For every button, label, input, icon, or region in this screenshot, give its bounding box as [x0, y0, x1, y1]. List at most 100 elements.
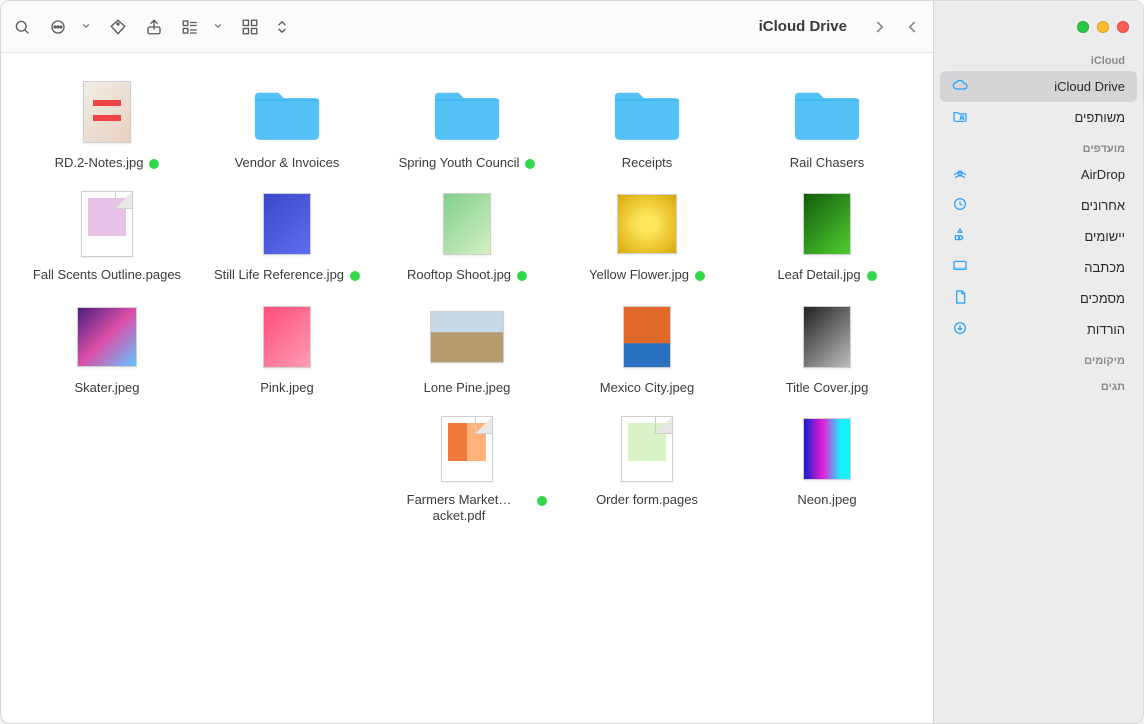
share-button[interactable]: [145, 18, 163, 36]
apps-icon: [952, 227, 968, 246]
file-item[interactable]: Neon.jpeg: [742, 414, 912, 525]
folder-item[interactable]: Rail Chasers: [742, 77, 912, 171]
sidebar-item-label: הורדות: [976, 322, 1125, 337]
tag-dot-icon: [350, 271, 360, 281]
sidebar-item[interactable]: יישומים: [934, 221, 1143, 252]
sidebar-section-title: מועדפים: [934, 133, 1143, 159]
tag-dot-icon: [867, 271, 877, 281]
file-name-label: Spring Youth Council: [399, 155, 520, 171]
file-item[interactable]: Still Life Reference.jpg: [202, 189, 372, 283]
folder-icon: [608, 77, 686, 147]
file-thumbnail: [68, 77, 146, 147]
sidebar-item[interactable]: iCloud Drive: [940, 71, 1137, 102]
action-menu-chevron-down-icon[interactable]: [81, 18, 91, 36]
folder-icon: [428, 77, 506, 147]
shared-folder-icon: [952, 108, 968, 127]
file-name-label: Title Cover.jpg: [786, 380, 869, 396]
sidebar-item[interactable]: מכתבה: [934, 252, 1143, 283]
group-by-chevron-down-icon[interactable]: [213, 18, 223, 36]
file-thumbnail: [248, 302, 326, 372]
file-item[interactable]: Leaf Detail.jpg: [742, 189, 912, 283]
file-thumbnail: [788, 414, 866, 484]
finder-window: iCloudiCloud DriveמשותפיםמועדפיםAirDropא…: [0, 0, 1144, 724]
file-thumbnail: [788, 189, 866, 259]
file-item[interactable]: Order form.pages: [562, 414, 732, 525]
view-icons-button[interactable]: [241, 18, 259, 36]
file-name-label: Pink.jpeg: [260, 380, 313, 396]
tag-dot-icon: [517, 271, 527, 281]
file-name-label: Farmers Market…acket.pdf: [387, 492, 531, 525]
file-thumbnail: [428, 189, 506, 259]
file-item[interactable]: Mexico City.jpeg: [562, 302, 732, 396]
file-thumbnail: [608, 189, 686, 259]
file-name-label: Mexico City.jpeg: [600, 380, 694, 396]
file-thumbnail: [248, 189, 326, 259]
file-item[interactable]: Title Cover.jpg: [742, 302, 912, 396]
close-window-button[interactable]: [1117, 21, 1129, 33]
file-name-label: Vendor & Invoices: [235, 155, 340, 171]
tags-button[interactable]: [109, 18, 127, 36]
nav-back-button[interactable]: [903, 18, 921, 36]
folder-item[interactable]: Receipts: [562, 77, 732, 171]
file-item[interactable]: RD.2-Notes.jpg: [22, 77, 192, 171]
downloads-icon: [952, 320, 968, 339]
file-grid: RD.2-Notes.jpg Vendor & Invoices Spring Yo…: [1, 53, 933, 723]
tag-dot-icon: [149, 159, 159, 169]
sidebar-item[interactable]: הורדות: [934, 314, 1143, 345]
folder-item[interactable]: Vendor & Invoices: [202, 77, 372, 171]
action-menu-button[interactable]: [49, 18, 67, 36]
file-thumbnail: [608, 302, 686, 372]
sidebar-item-label: מסמכים: [976, 291, 1125, 306]
sidebar-item[interactable]: AirDrop: [934, 159, 1143, 190]
sidebar-item-label: משותפים: [976, 110, 1125, 125]
sidebar-section-title: תגים: [934, 371, 1143, 397]
window-controls: [934, 7, 1143, 45]
file-item[interactable]: Yellow Flower.jpg: [562, 189, 732, 283]
group-by-button[interactable]: [181, 18, 199, 36]
file-name-label: Rooftop Shoot.jpg: [407, 267, 511, 283]
toolbar: iCloud Drive: [1, 1, 933, 53]
folder-item[interactable]: Spring Youth Council: [382, 77, 552, 171]
file-thumbnail: [68, 189, 146, 259]
nav-forward-button[interactable]: [871, 18, 889, 36]
sidebar: iCloud iCloud Drive משותפים מועדפיםAirDrop א…: [933, 1, 1143, 723]
sidebar-item-label: אחרונים: [976, 198, 1125, 213]
file-name-label: Order form.pages: [596, 492, 698, 508]
sidebar-item[interactable]: אחרונים: [934, 190, 1143, 221]
file-item[interactable]: Rooftop Shoot.jpg: [382, 189, 552, 283]
sidebar-item-label: יישומים: [976, 229, 1125, 244]
tag-dot-icon: [525, 159, 535, 169]
folder-icon: [248, 77, 326, 147]
airdrop-icon: [952, 165, 968, 184]
tag-dot-icon: [537, 496, 547, 506]
file-thumbnail: [788, 302, 866, 372]
file-item[interactable]: Lone Pine.jpeg: [382, 302, 552, 396]
file-thumbnail: [428, 302, 506, 372]
file-item[interactable]: Skater.jpeg: [22, 302, 192, 396]
documents-icon: [952, 289, 968, 308]
tag-dot-icon: [695, 271, 705, 281]
file-name-label: Lone Pine.jpeg: [424, 380, 511, 396]
file-thumbnail: [428, 414, 506, 484]
file-item[interactable]: Fall Scents Outline.pages: [22, 189, 192, 283]
main-area: iCloud Drive: [1, 1, 933, 723]
sidebar-item[interactable]: משותפים: [934, 102, 1143, 133]
file-name-label: Still Life Reference.jpg: [214, 267, 344, 283]
file-name-label: Fall Scents Outline.pages: [33, 267, 181, 283]
file-name-label: Rail Chasers: [790, 155, 864, 171]
clock-icon: [952, 196, 968, 215]
desktop-icon: [952, 258, 968, 277]
sidebar-item[interactable]: מסמכים: [934, 283, 1143, 314]
zoom-window-button[interactable]: [1077, 21, 1089, 33]
file-item[interactable]: Farmers Market…acket.pdf: [382, 414, 552, 525]
folder-icon: [788, 77, 866, 147]
search-button[interactable]: [13, 18, 31, 36]
sidebar-item-label: iCloud Drive: [976, 79, 1125, 94]
file-item[interactable]: Pink.jpeg: [202, 302, 372, 396]
minimize-window-button[interactable]: [1097, 21, 1109, 33]
file-name-label: Yellow Flower.jpg: [589, 267, 689, 283]
file-name-label: RD.2-Notes.jpg: [55, 155, 144, 171]
sort-updown-icon[interactable]: [273, 18, 291, 36]
sidebar-item-label: מכתבה: [976, 260, 1125, 275]
sidebar-section-title: iCloud: [934, 45, 1143, 71]
